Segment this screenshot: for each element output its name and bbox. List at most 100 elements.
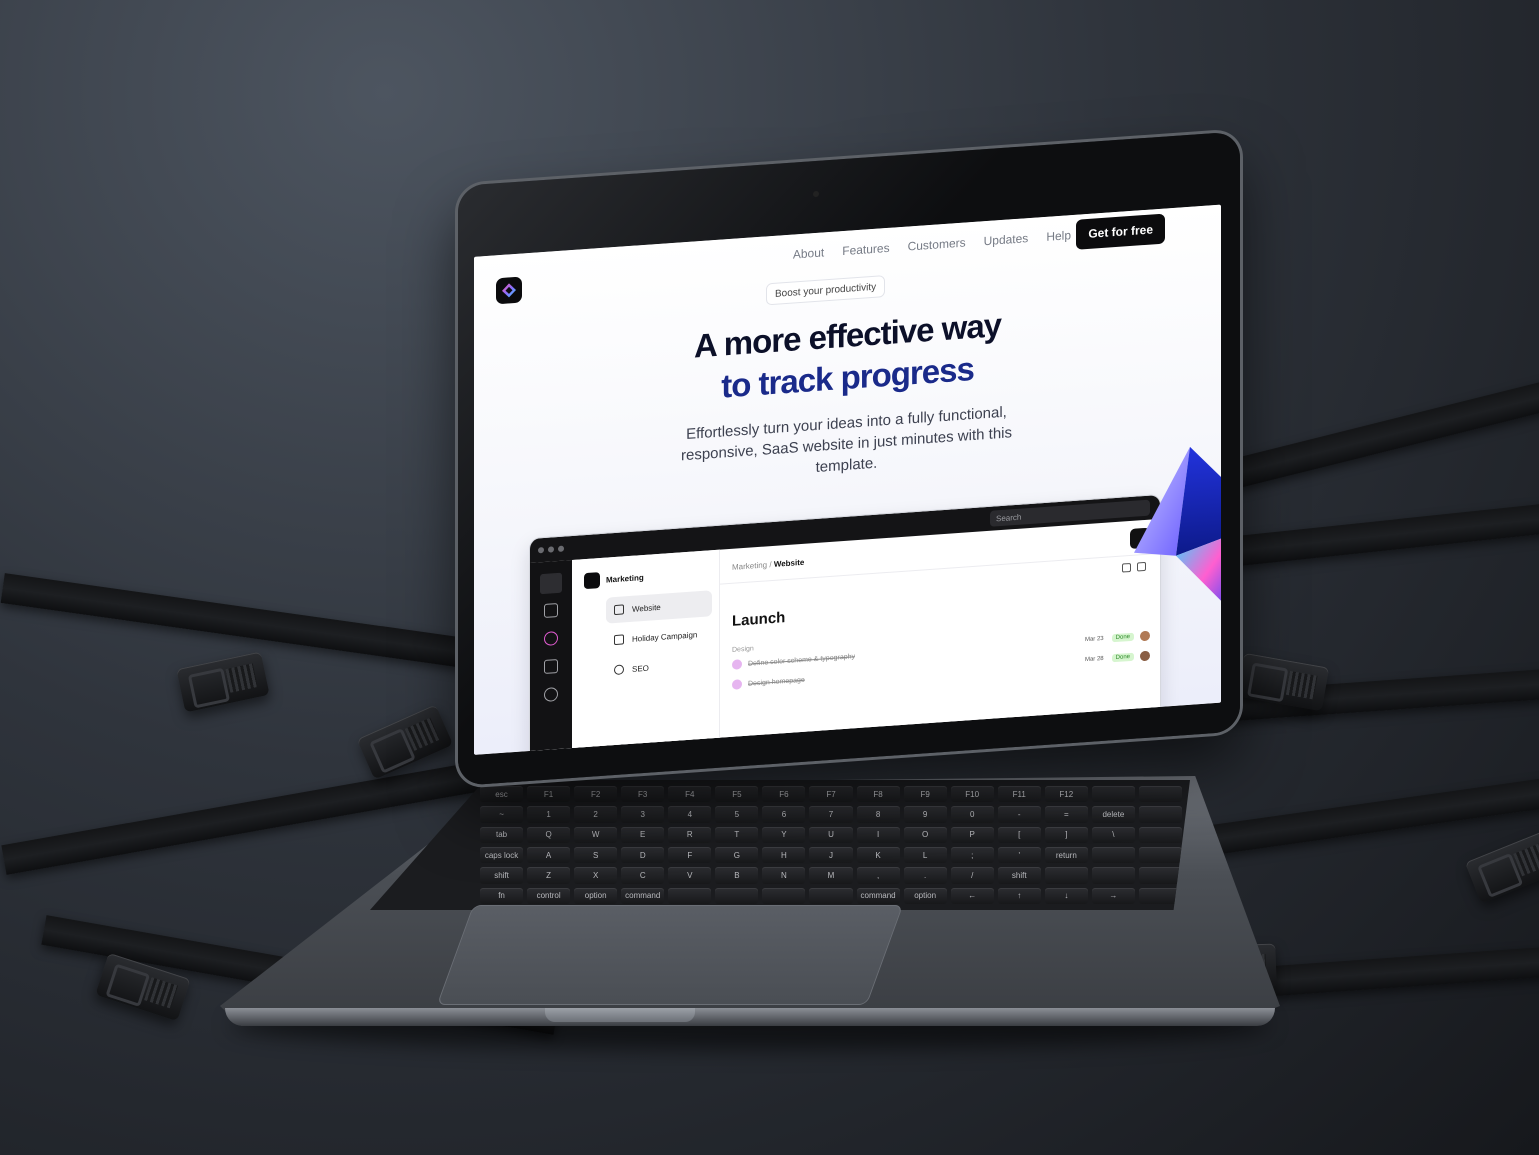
- keyboard-key[interactable]: K: [856, 847, 900, 864]
- keyboard-key[interactable]: W: [574, 826, 618, 843]
- keyboard-key[interactable]: U: [809, 826, 853, 843]
- keyboard-key[interactable]: [1044, 867, 1088, 884]
- keyboard-key[interactable]: 4: [668, 806, 712, 823]
- keyboard-key[interactable]: 8: [856, 806, 900, 823]
- keyboard-key[interactable]: Y: [762, 826, 806, 843]
- list-icon[interactable]: [540, 572, 562, 595]
- keyboard-key[interactable]: F11: [997, 786, 1041, 803]
- keyboard-key[interactable]: 2: [574, 806, 618, 823]
- keyboard-key[interactable]: esc: [480, 786, 524, 803]
- keyboard-key[interactable]: ↓: [1044, 887, 1088, 904]
- sidebar-item-website[interactable]: Website: [606, 590, 712, 624]
- keyboard-key[interactable]: F5: [715, 786, 759, 803]
- keyboard-key[interactable]: O: [903, 826, 947, 843]
- keyboard-key[interactable]: command: [856, 887, 900, 904]
- announcement-cta-link[interactable]: Get started for free →: [931, 205, 1054, 215]
- keyboard-key[interactable]: -: [997, 806, 1041, 823]
- nav-updates[interactable]: Updates: [984, 231, 1029, 248]
- keyboard-key[interactable]: ~: [480, 806, 524, 823]
- keyboard-key[interactable]: [1138, 786, 1182, 803]
- keyboard-key[interactable]: option: [574, 887, 618, 904]
- keyboard-key[interactable]: M: [809, 867, 853, 884]
- home-icon[interactable]: [544, 659, 558, 674]
- keyboard-key[interactable]: C: [621, 867, 665, 884]
- nav-about[interactable]: About: [793, 245, 824, 261]
- keyboard-key[interactable]: X: [574, 867, 618, 884]
- keyboard-key[interactable]: =: [1044, 806, 1088, 823]
- keyboard-key[interactable]: F9: [903, 786, 947, 803]
- keyboard-key[interactable]: 0: [950, 806, 994, 823]
- keyboard-key[interactable]: S: [574, 847, 618, 864]
- keyboard-key[interactable]: F3: [621, 786, 665, 803]
- notification-icon[interactable]: [544, 631, 558, 646]
- keyboard-key[interactable]: F1: [527, 786, 571, 803]
- keyboard-key[interactable]: 5: [715, 806, 759, 823]
- keyboard-key[interactable]: \: [1091, 826, 1135, 843]
- keyboard-key[interactable]: F8: [856, 786, 900, 803]
- keyboard-key[interactable]: tab: [480, 826, 524, 843]
- keyboard-key[interactable]: G: [715, 847, 759, 864]
- keyboard-key[interactable]: Q: [527, 826, 571, 843]
- checkbox-checked-icon[interactable]: [732, 679, 742, 690]
- keyboard-key[interactable]: 9: [903, 806, 947, 823]
- keyboard-key[interactable]: return: [1044, 847, 1088, 864]
- keyboard-key[interactable]: D: [621, 847, 665, 864]
- keyboard-key[interactable]: A: [527, 847, 571, 864]
- keyboard-key[interactable]: F12: [1044, 786, 1088, 803]
- keyboard-key[interactable]: [1138, 847, 1182, 864]
- keyboard-key[interactable]: [809, 887, 853, 904]
- keyboard-key[interactable]: .: [903, 867, 947, 884]
- keyboard-key[interactable]: P: [950, 826, 994, 843]
- keyboard-key[interactable]: N: [762, 867, 806, 884]
- keyboard-key[interactable]: [1091, 847, 1135, 864]
- keyboard-key[interactable]: option: [903, 887, 947, 904]
- keyboard-key[interactable]: F10: [950, 786, 994, 803]
- globe-icon[interactable]: [544, 687, 558, 702]
- keyboard-key[interactable]: ←: [950, 887, 994, 904]
- keyboard-key[interactable]: ]: [1044, 826, 1088, 843]
- nav-features[interactable]: Features: [842, 241, 889, 258]
- keyboard-key[interactable]: F: [668, 847, 712, 864]
- keyboard-key[interactable]: [1138, 806, 1182, 823]
- keyboard-key[interactable]: [: [997, 826, 1041, 843]
- keyboard-key[interactable]: [715, 887, 759, 904]
- keyboard-key[interactable]: command: [621, 887, 665, 904]
- keyboard-key[interactable]: ;: [950, 847, 994, 864]
- keyboard-key[interactable]: ↑: [997, 887, 1041, 904]
- keyboard-key[interactable]: [668, 887, 712, 904]
- keyboard-key[interactable]: 6: [762, 806, 806, 823]
- keyboard-key[interactable]: H: [762, 847, 806, 864]
- keyboard-key[interactable]: delete: [1091, 806, 1135, 823]
- keyboard-key[interactable]: V: [668, 867, 712, 884]
- keyboard-key[interactable]: 7: [809, 806, 853, 823]
- get-for-free-button[interactable]: Get for free: [1076, 213, 1165, 250]
- keyboard-key[interactable]: shift: [480, 867, 524, 884]
- keyboard-key[interactable]: caps lock: [480, 847, 524, 864]
- keyboard-key[interactable]: Z: [527, 867, 571, 884]
- trackpad[interactable]: [436, 905, 904, 1005]
- keyboard-key[interactable]: [1138, 826, 1182, 843]
- keyboard-key[interactable]: R: [668, 826, 712, 843]
- keyboard-key[interactable]: E: [621, 826, 665, 843]
- keyboard-key[interactable]: [762, 887, 806, 904]
- sidebar-item-seo[interactable]: SEO: [606, 650, 712, 683]
- keyboard-key[interactable]: F2: [574, 786, 618, 803]
- keyboard-key[interactable]: F7: [809, 786, 853, 803]
- keyboard-key[interactable]: F6: [762, 786, 806, 803]
- keyboard-key[interactable]: I: [856, 826, 900, 843]
- keyboard-key[interactable]: T: [715, 826, 759, 843]
- keyboard-key[interactable]: L: [903, 847, 947, 864]
- keyboard-key[interactable]: 3: [621, 806, 665, 823]
- nav-help[interactable]: Help: [1046, 228, 1071, 244]
- keyboard-key[interactable]: [1091, 867, 1135, 884]
- keyboard-key[interactable]: F4: [668, 786, 712, 803]
- keyboard-key[interactable]: control: [527, 887, 571, 904]
- keyboard-key[interactable]: fn: [480, 887, 524, 904]
- keyboard-key[interactable]: J: [809, 847, 853, 864]
- brand-logo[interactable]: [496, 276, 522, 305]
- keyboard-key[interactable]: ,: [856, 867, 900, 884]
- nav-customers[interactable]: Customers: [908, 236, 966, 254]
- keyboard-key[interactable]: ': [997, 847, 1041, 864]
- calendar-icon[interactable]: [544, 603, 558, 618]
- keyboard-key[interactable]: B: [715, 867, 759, 884]
